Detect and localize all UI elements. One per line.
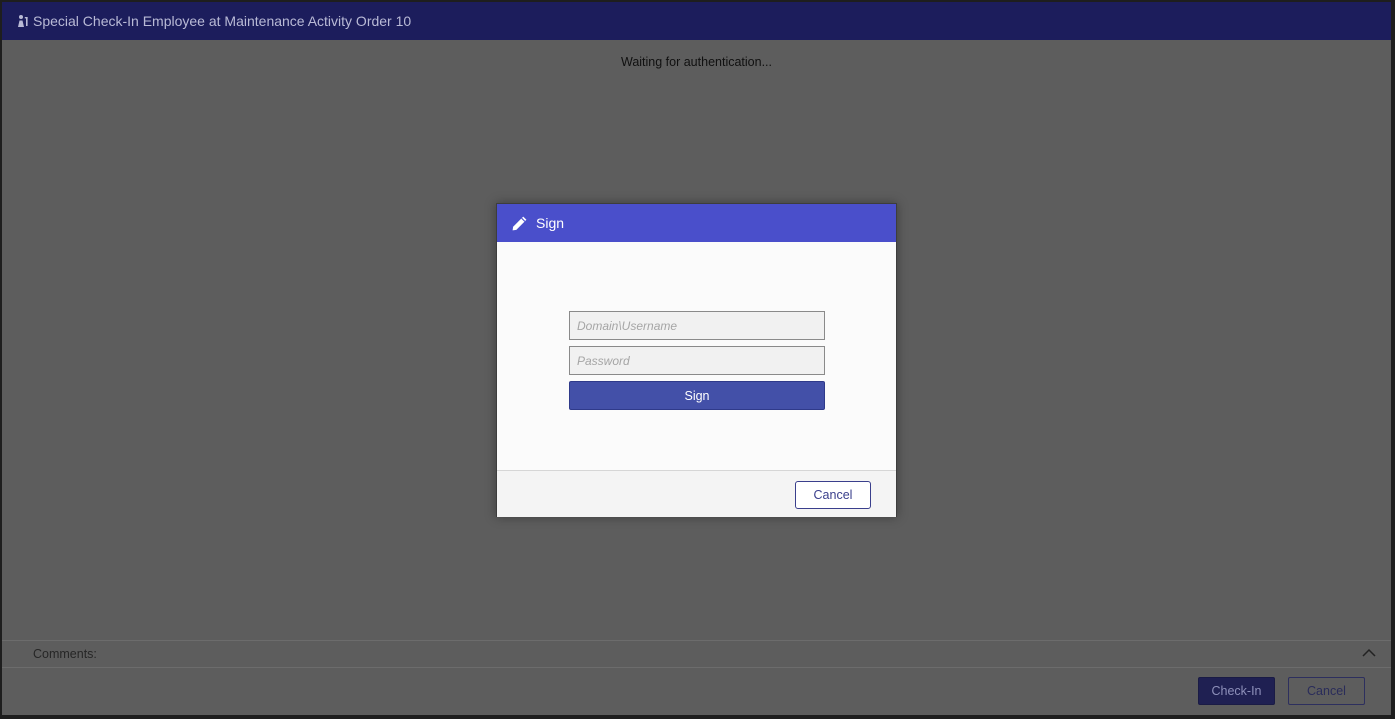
window-title-bar: Special Check-In Employee at Maintenance… bbox=[2, 2, 1391, 40]
chevron-up-icon[interactable] bbox=[1362, 647, 1376, 659]
window-title: Special Check-In Employee at Maintenance… bbox=[33, 13, 412, 29]
sign-button[interactable]: Sign bbox=[569, 381, 825, 410]
dialog-cancel-button[interactable]: Cancel bbox=[795, 481, 871, 509]
person-check-icon bbox=[18, 15, 28, 27]
comments-label: Comments: bbox=[33, 647, 97, 661]
check-in-button[interactable]: Check-In bbox=[1198, 677, 1275, 705]
check-in-window: Special Check-In Employee at Maintenance… bbox=[2, 2, 1391, 715]
sign-dialog: Sign Sign Cancel bbox=[496, 203, 897, 517]
sign-dialog-footer: Cancel bbox=[497, 470, 896, 517]
comments-section[interactable]: Comments: bbox=[2, 640, 1391, 668]
authentication-status: Waiting for authentication... bbox=[620, 55, 772, 69]
sign-dialog-title: Sign bbox=[536, 215, 565, 231]
pencil-icon bbox=[512, 216, 527, 230]
sign-dialog-header: Sign bbox=[497, 204, 896, 242]
cancel-button[interactable]: Cancel bbox=[1288, 677, 1365, 705]
password-input[interactable] bbox=[569, 346, 825, 375]
username-input[interactable] bbox=[569, 311, 825, 340]
